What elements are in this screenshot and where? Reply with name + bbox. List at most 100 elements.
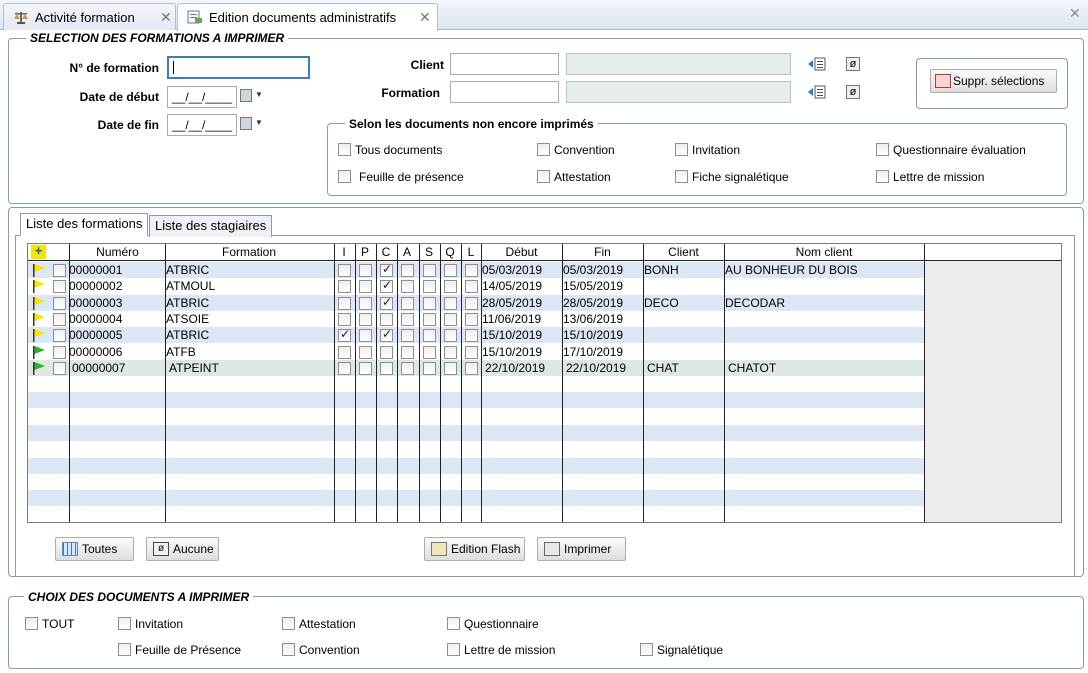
- tab-label: Edition documents administratifs: [209, 10, 397, 25]
- column-divider: [419, 244, 420, 522]
- imprimer-label: Imprimer: [564, 542, 612, 556]
- num-formation-input[interactable]: [167, 56, 310, 79]
- checkbox[interactable]: [118, 643, 131, 656]
- column-divider: [481, 244, 482, 522]
- choix-attestation: Attestation: [299, 617, 356, 631]
- option-questionnaire-evaluation: Questionnaire évaluation: [893, 143, 1026, 157]
- column-divider: [924, 244, 925, 522]
- column-divider: [440, 244, 441, 522]
- printer-flash-icon: [431, 542, 447, 556]
- client-code-input[interactable]: [450, 53, 559, 75]
- checkbox[interactable]: [675, 143, 688, 156]
- date-debut-input[interactable]: __/__/____: [167, 86, 237, 108]
- client-label: Client: [410, 58, 444, 72]
- choix-lettre-mission: Lettre de mission: [464, 643, 556, 657]
- column-divider: [643, 244, 644, 522]
- scale-icon: [13, 10, 29, 24]
- choix-invitation: Invitation: [135, 617, 184, 631]
- date-fin-label: Date de fin: [97, 118, 159, 132]
- column-divider: [334, 244, 335, 522]
- column-divider: [461, 244, 462, 522]
- formation-name-field: [566, 81, 791, 103]
- aucune-button[interactable]: ø Aucune: [146, 537, 219, 561]
- close-icon[interactable]: ✕: [160, 9, 172, 26]
- option-attestation: Attestation: [554, 170, 611, 184]
- choix-questionnaire: Questionnaire: [464, 617, 539, 631]
- client-name-field: [566, 53, 791, 75]
- column-divider: [165, 244, 166, 522]
- option-fiche-signaletique: Fiche signalétique: [692, 170, 789, 184]
- suppr-selections-button[interactable]: Suppr. sélections: [930, 69, 1057, 93]
- grid-column-lines: [28, 244, 925, 522]
- clear-icon[interactable]: ø: [846, 57, 860, 71]
- aucune-label: Aucune: [173, 542, 214, 556]
- tab-liste-formations[interactable]: Liste des formations: [20, 213, 149, 236]
- option-convention: Convention: [554, 143, 615, 157]
- checkbox[interactable]: [25, 617, 38, 630]
- column-divider: [562, 244, 563, 522]
- tab-liste-stagiaires[interactable]: Liste des stagiaires: [149, 215, 273, 237]
- clear-icon: ø: [153, 542, 169, 556]
- printer-icon: [544, 542, 560, 556]
- tab-edition-documents[interactable]: Edition documents administratifs ✕: [177, 3, 438, 31]
- non-imprimes-panel: [327, 123, 1067, 196]
- checkbox[interactable]: [118, 617, 131, 630]
- formation-label: Formation: [381, 86, 440, 100]
- edition-flash-label: Edition Flash: [451, 542, 521, 556]
- option-lettre-mission: Lettre de mission: [893, 170, 985, 184]
- choix-signaletique: Signalétique: [657, 643, 724, 657]
- column-divider: [376, 244, 377, 522]
- calendar-icon[interactable]: [240, 89, 252, 102]
- checkbox[interactable]: [338, 143, 351, 156]
- selection-legend: SELECTION DES FORMATIONS A IMPRIMER: [26, 31, 289, 45]
- checkbox[interactable]: [675, 170, 688, 183]
- toutes-button[interactable]: Toutes: [55, 537, 134, 561]
- text-cursor: [173, 61, 174, 74]
- checkbox[interactable]: [640, 643, 653, 656]
- suppr-label: Suppr. sélections: [953, 74, 1045, 88]
- checkbox[interactable]: [876, 143, 889, 156]
- date-debut-label: Date de début: [79, 90, 159, 104]
- column-divider: [69, 244, 70, 522]
- choix-legend: CHOIX DES DOCUMENTS A IMPRIMER: [24, 590, 254, 604]
- choix-panel: [8, 596, 1084, 669]
- checkbox[interactable]: [282, 617, 295, 630]
- checkbox[interactable]: [282, 643, 295, 656]
- close-all-icon[interactable]: ✕: [1069, 5, 1081, 22]
- select-list-icon[interactable]: [808, 85, 826, 102]
- checkbox[interactable]: [447, 643, 460, 656]
- num-formation-label: N° de formation: [69, 61, 159, 75]
- column-divider: [724, 244, 725, 522]
- option-invitation: Invitation: [692, 143, 741, 157]
- choix-tout: TOUT: [42, 617, 75, 631]
- column-divider: [355, 244, 356, 522]
- imprimer-button[interactable]: Imprimer: [537, 537, 626, 561]
- clear-icon[interactable]: ø: [846, 85, 860, 99]
- choix-feuille-presence: Feuille de Présence: [135, 643, 242, 657]
- non-imprimes-legend: Selon les documents non encore imprimés: [345, 117, 598, 131]
- edition-flash-button[interactable]: Edition Flash: [424, 537, 525, 561]
- checkbox[interactable]: [447, 617, 460, 630]
- dropdown-arrow-icon[interactable]: ▼: [255, 90, 263, 99]
- date-fin-input[interactable]: __/__/____: [167, 114, 237, 136]
- checkbox[interactable]: [876, 170, 889, 183]
- dropdown-arrow-icon[interactable]: ▼: [255, 118, 263, 127]
- checkbox[interactable]: [338, 170, 351, 183]
- toutes-label: Toutes: [82, 542, 118, 556]
- tab-activite-formation[interactable]: Activité formation ✕: [3, 3, 176, 30]
- formations-grid: + Numéro Formation I P C A S Q L Début F…: [27, 243, 1062, 523]
- column-divider: [397, 244, 398, 522]
- select-list-icon[interactable]: [808, 57, 826, 74]
- close-icon[interactable]: ✕: [419, 9, 431, 26]
- option-feuille-presence: Feuille de présence: [359, 170, 464, 184]
- eraser-icon: [935, 74, 951, 88]
- calendar-icon[interactable]: [240, 117, 252, 130]
- choix-convention: Convention: [299, 643, 360, 657]
- formation-code-input[interactable]: [450, 81, 559, 103]
- checkbox[interactable]: [537, 143, 550, 156]
- option-tous-documents: Tous documents: [355, 143, 443, 157]
- grid-select-icon: [62, 542, 78, 556]
- checkbox[interactable]: [537, 170, 550, 183]
- grid-empty-area: [925, 261, 1061, 522]
- tab-label: Activité formation: [35, 10, 135, 25]
